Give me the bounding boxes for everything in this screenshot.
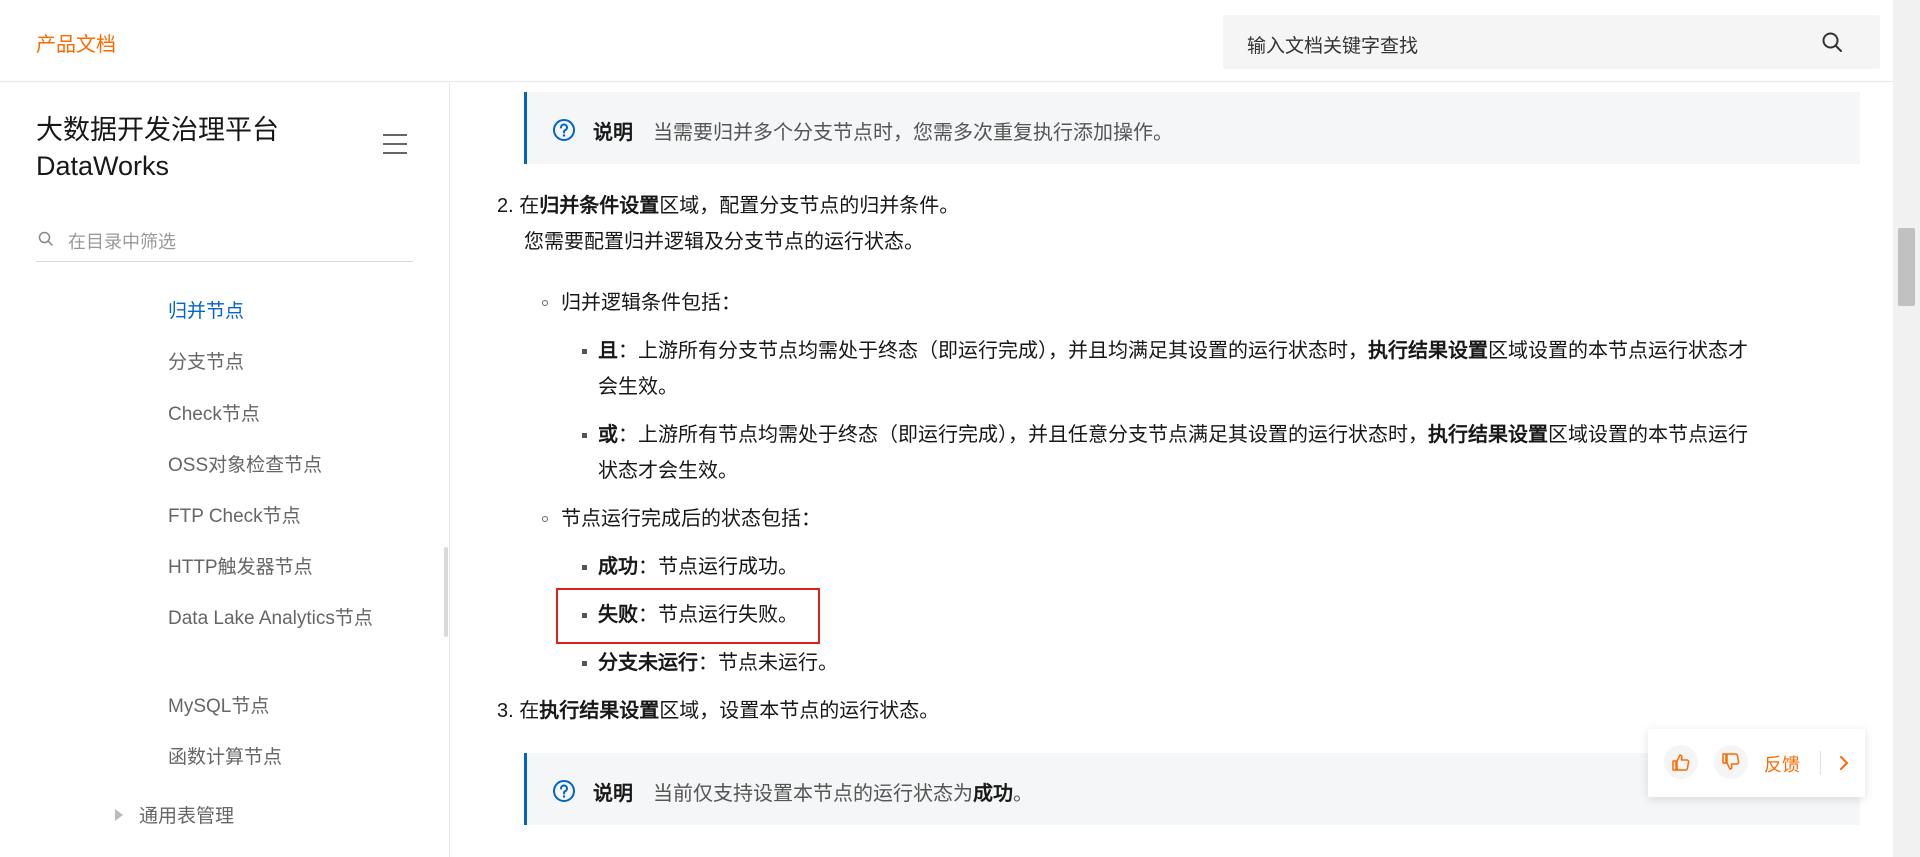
status-fail: 失败：节点运行失败。	[598, 597, 798, 633]
hamburger-menu-icon[interactable]	[382, 132, 408, 156]
and-label: 且	[598, 340, 618, 362]
note-text: 当前仅支持设置本节点的运行状态为成功。	[653, 777, 1033, 806]
expand-triangle-icon	[115, 809, 123, 821]
product-title-en: DataWorks	[36, 151, 170, 181]
nav-group-general-table[interactable]: 通用表管理	[115, 799, 234, 835]
nav-item-data-lake-analytics-node[interactable]: Data Lake Analytics节点	[168, 601, 383, 637]
note-label: 说明	[593, 122, 633, 144]
thumbs-up-icon	[1672, 754, 1690, 771]
thumbs-down-icon	[1722, 753, 1740, 770]
square-bullet	[582, 613, 587, 618]
question-circle-icon	[553, 780, 575, 802]
step-3: 3. 在执行结果设置区域，设置本节点的运行状态。	[497, 693, 939, 729]
or-item-line1: 或：上游所有节点均需处于终态（即运行完成），并且任意分支节点满足其设置的运行状态…	[598, 417, 1748, 453]
page-scrollbar[interactable]	[1893, 0, 1920, 857]
square-bullet	[582, 349, 587, 354]
thumbs-up-button[interactable]	[1664, 745, 1698, 779]
step-2: 2. 在归并条件设置区域，配置分支节点的归并条件。	[497, 188, 959, 224]
and-item-line1: 且：上游所有分支节点均需处于终态（即运行完成），并且均满足其设置的运行状态时，执…	[598, 333, 1748, 369]
step-2-subtext: 您需要配置归并逻辑及分支节点的运行状态。	[524, 231, 924, 253]
nav-group-label: 通用表管理	[139, 806, 235, 827]
note-bold: 成功	[973, 783, 1013, 805]
note-text-main: 当前仅支持设置本节点的运行状态为	[653, 783, 973, 805]
search-placeholder: 输入文档关键字查找	[1247, 36, 1419, 57]
nav-item-oss-check-node[interactable]: OSS对象检查节点	[168, 448, 388, 484]
sidebar: 大数据开发治理平台 DataWorks 在目录中筛选 归并节点 分支节点 Che…	[0, 82, 450, 857]
logic-intro: 归并逻辑条件包括：	[561, 292, 741, 314]
nav-item-ftp-check-node[interactable]: FTP Check节点	[168, 499, 388, 535]
product-title-cn: 大数据开发治理平台	[36, 115, 279, 145]
step-text: 在	[519, 195, 540, 217]
or-label: 或	[598, 424, 618, 446]
note-label: 说明	[593, 783, 633, 805]
and-item-line2: 会生效。	[598, 376, 678, 398]
filter-search-icon	[38, 231, 54, 247]
status-skip: 分支未运行：节点未运行。	[598, 645, 838, 681]
or-text: 区域设置的本节点运行	[1548, 424, 1748, 446]
thumbs-down-button[interactable]	[1714, 745, 1748, 779]
nav-item-function-compute-node[interactable]: 函数计算节点	[168, 740, 388, 776]
nav-item-mysql-node[interactable]: MySQL节点	[168, 689, 388, 725]
scrollbar-thumb[interactable]	[1898, 228, 1915, 306]
note-text: 当需要归并多个分支节点时，您需多次重复执行添加操作。	[653, 122, 1173, 144]
search-input[interactable]: 输入文档关键字查找	[1223, 15, 1880, 69]
status-success: 成功：节点运行成功。	[598, 549, 798, 585]
search-icon[interactable]	[1820, 30, 1844, 54]
brand-link[interactable]: 产品文档	[36, 28, 116, 57]
top-bar: 产品文档 输入文档关键字查找	[0, 0, 1920, 82]
status-text: ：节点运行失败。	[638, 604, 798, 626]
feedback-label[interactable]: 反馈	[1764, 751, 1800, 777]
step-text: 在	[519, 700, 540, 722]
hollow-bullet	[542, 300, 548, 306]
filter-placeholder: 在目录中筛选	[68, 232, 176, 252]
sidebar-scrollbar[interactable]	[444, 547, 448, 637]
feedback-widget: 反馈	[1648, 729, 1865, 797]
chevron-right-icon[interactable]	[1834, 751, 1854, 775]
and-bold: 执行结果设置	[1368, 340, 1488, 362]
status-intro: 节点运行完成后的状态包括：	[561, 508, 821, 530]
step-bold: 归并条件设置	[539, 195, 660, 217]
hollow-bullet	[542, 516, 548, 522]
divider	[1820, 751, 1821, 775]
status-text: ：节点运行成功。	[638, 556, 798, 578]
question-circle-icon	[553, 119, 575, 141]
product-title: 大数据开发治理平台 DataWorks	[36, 112, 336, 184]
step-bold: 执行结果设置	[539, 700, 660, 722]
status-text: ：节点未运行。	[698, 652, 838, 674]
status-label: 分支未运行	[598, 652, 698, 674]
and-text: 区域设置的本节点运行状态才	[1488, 340, 1748, 362]
note-box: 说明 当需要归并多个分支节点时，您需多次重复执行添加操作。	[524, 92, 1860, 164]
square-bullet	[582, 565, 587, 570]
or-text: ：上游所有节点均需处于终态（即运行完成），并且任意分支节点满足其设置的运行状态时…	[618, 424, 1428, 446]
nav-item-merge-node[interactable]: 归并节点	[168, 294, 388, 330]
and-text: ：上游所有分支节点均需处于终态（即运行完成），并且均满足其设置的运行状态时，	[618, 340, 1368, 362]
directory-filter-input[interactable]: 在目录中筛选	[36, 222, 413, 262]
step-text: 区域，设置本节点的运行状态。	[659, 700, 940, 722]
step-number: 3.	[497, 700, 514, 722]
status-label: 成功	[598, 556, 638, 578]
nav-item-branch-node[interactable]: 分支节点	[168, 345, 388, 381]
or-item-line2: 状态才会生效。	[598, 460, 738, 482]
or-bold: 执行结果设置	[1428, 424, 1548, 446]
step-number: 2.	[497, 195, 514, 217]
note-end: 。	[1013, 783, 1033, 805]
square-bullet	[582, 433, 587, 438]
square-bullet	[582, 661, 587, 666]
status-label: 失败	[598, 604, 638, 626]
nav-item-http-trigger-node[interactable]: HTTP触发器节点	[168, 550, 388, 586]
nav-item-check-node[interactable]: Check节点	[168, 397, 388, 433]
step-text: 区域，配置分支节点的归并条件。	[659, 195, 960, 217]
